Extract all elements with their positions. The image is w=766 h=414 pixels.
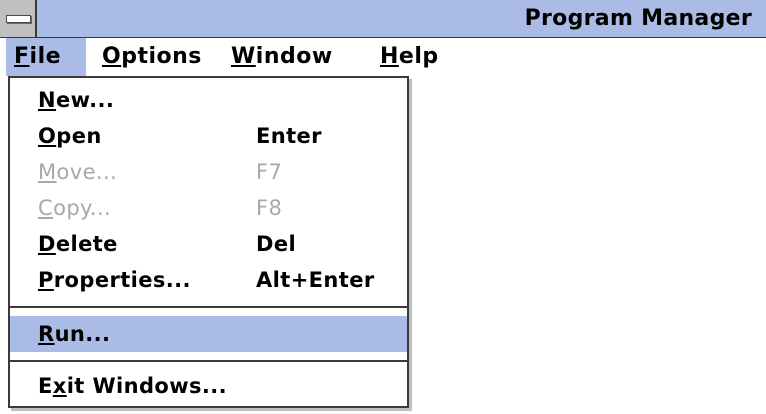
menu-item-move: Move... F7 bbox=[10, 154, 407, 190]
menu-item-run[interactable]: Run... bbox=[10, 316, 407, 352]
system-menu-icon bbox=[6, 15, 31, 23]
menu-item-open[interactable]: Open Enter bbox=[10, 118, 407, 154]
system-menu-button[interactable] bbox=[0, 0, 37, 37]
menu-item-copy: Copy... F8 bbox=[10, 190, 407, 226]
shortcut-label: Alt+Enter bbox=[256, 268, 375, 292]
menu-separator bbox=[10, 306, 407, 308]
file-menu-dropdown: New... Open Enter Move... F7 Copy... F8 … bbox=[8, 76, 409, 408]
title-bar: Program Manager bbox=[0, 0, 766, 38]
shortcut-label: Enter bbox=[256, 124, 322, 148]
menu-item-exit-windows[interactable]: Exit Windows... bbox=[10, 368, 407, 404]
shortcut-label: Del bbox=[256, 232, 297, 256]
menu-help[interactable]: Help bbox=[372, 38, 447, 76]
menu-separator bbox=[10, 360, 407, 362]
menu-item-properties[interactable]: Properties... Alt+Enter bbox=[10, 262, 407, 298]
menu-item-delete[interactable]: Delete Del bbox=[10, 226, 407, 262]
menu-window[interactable]: Window bbox=[223, 38, 341, 76]
shortcut-label: F8 bbox=[256, 196, 283, 220]
menu-file[interactable]: File bbox=[6, 38, 86, 76]
menu-options[interactable]: Options bbox=[94, 38, 210, 76]
shortcut-label: F7 bbox=[256, 160, 283, 184]
window-title: Program Manager bbox=[524, 6, 752, 31]
menu-bar: File Options Window Help bbox=[0, 38, 766, 76]
menu-item-new[interactable]: New... bbox=[10, 82, 407, 118]
